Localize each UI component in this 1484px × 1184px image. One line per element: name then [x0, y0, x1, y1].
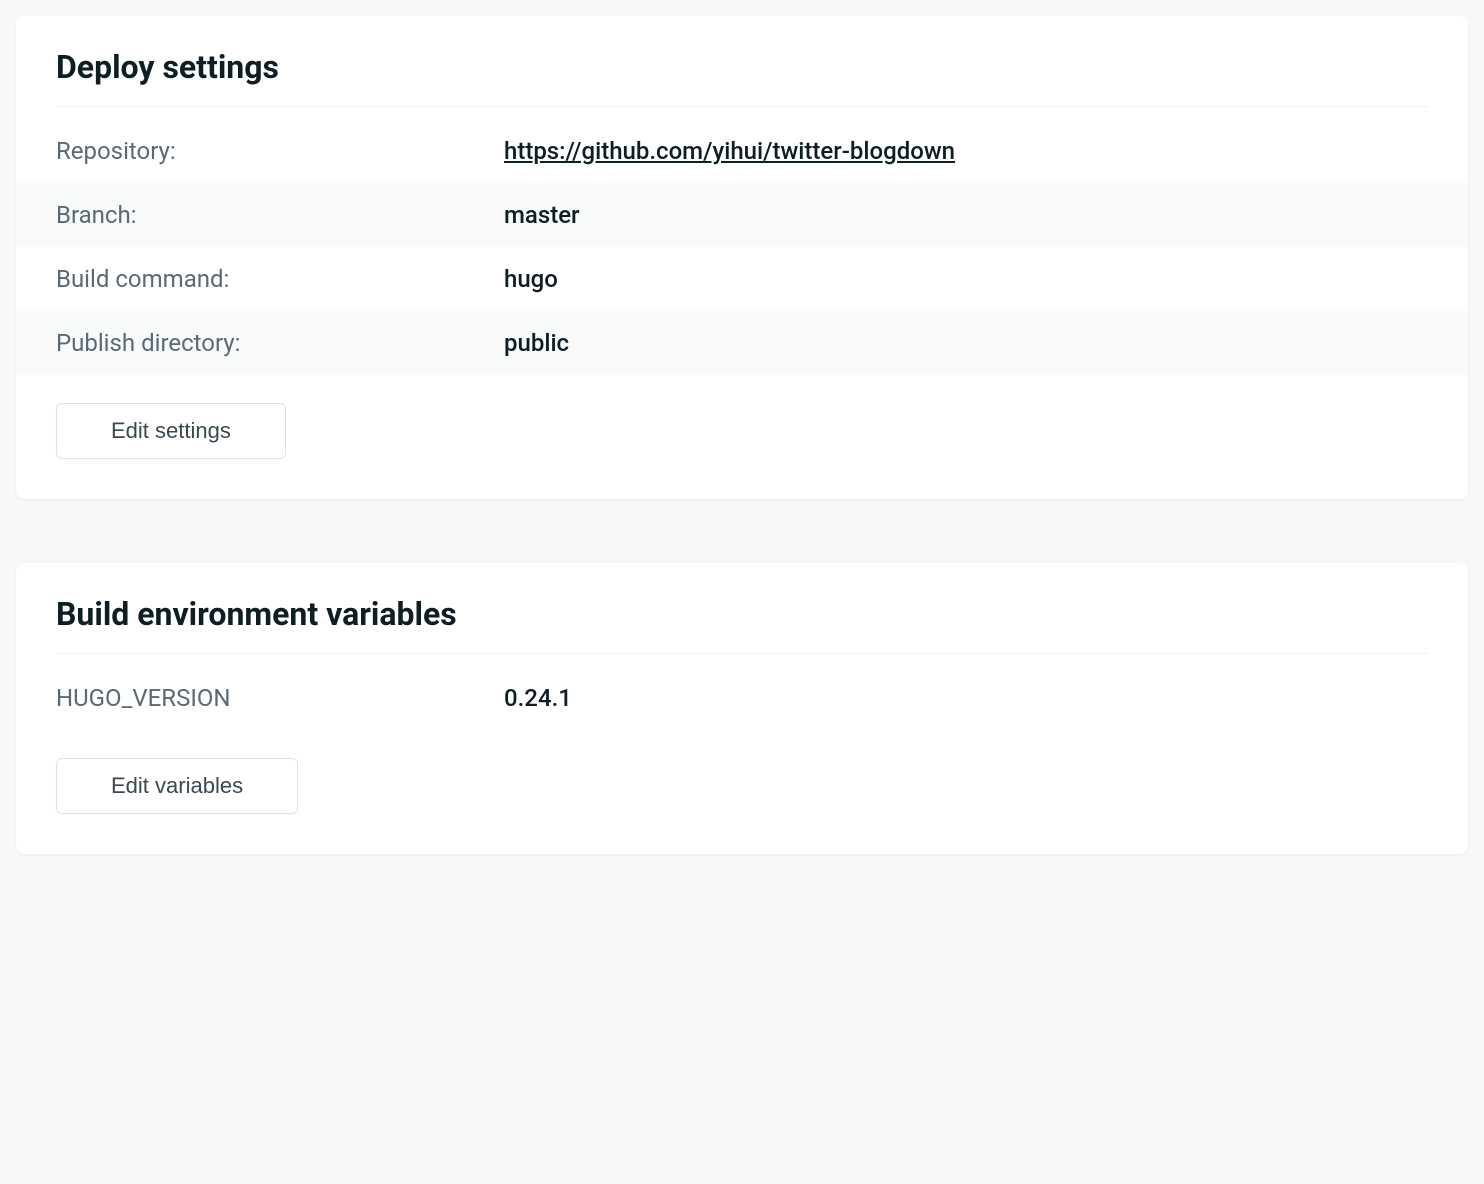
deploy-settings-rows: Repository: https://github.com/yihui/twi…	[16, 119, 1468, 375]
env-vars-rows: HUGO_VERSION 0.24.1	[16, 666, 1468, 730]
edit-settings-button[interactable]: Edit settings	[56, 403, 286, 459]
row-build-command: Build command: hugo	[16, 247, 1468, 311]
env-vars-card: Build environment variables HUGO_VERSION…	[16, 563, 1468, 854]
label-build-command: Build command:	[56, 265, 504, 293]
repository-link[interactable]: https://github.com/yihui/twitter-blogdow…	[504, 137, 955, 165]
value-repository: https://github.com/yihui/twitter-blogdow…	[504, 137, 1428, 165]
value-publish-directory: public	[504, 329, 1428, 357]
deploy-settings-card: Deploy settings Repository: https://gith…	[16, 16, 1468, 499]
row-publish-directory: Publish directory: public	[16, 311, 1468, 375]
label-repository: Repository:	[56, 137, 504, 165]
env-vars-title: Build environment variables	[56, 595, 1428, 654]
value-build-command: hugo	[504, 265, 1428, 293]
deploy-settings-title: Deploy settings	[56, 48, 1428, 107]
row-branch: Branch: master	[16, 183, 1468, 247]
value-hugo-version: 0.24.1	[504, 684, 1428, 712]
row-hugo-version: HUGO_VERSION 0.24.1	[16, 666, 1468, 730]
row-repository: Repository: https://github.com/yihui/twi…	[16, 119, 1468, 183]
value-branch: master	[504, 201, 1428, 229]
edit-variables-button[interactable]: Edit variables	[56, 758, 298, 814]
label-publish-directory: Publish directory:	[56, 329, 504, 357]
label-branch: Branch:	[56, 201, 504, 229]
label-hugo-version: HUGO_VERSION	[56, 684, 504, 712]
